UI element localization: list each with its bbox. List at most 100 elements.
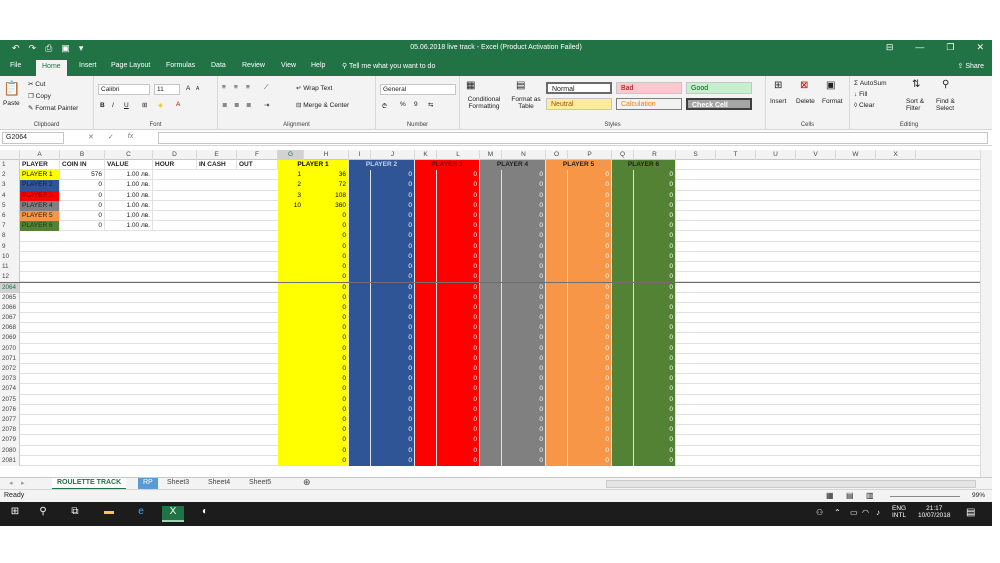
player-name-cell[interactable]: PLAYER 6 [20, 221, 60, 232]
column-header-v[interactable]: V [796, 150, 836, 160]
track-count-cell[interactable] [278, 445, 304, 456]
track-count-cell[interactable] [612, 333, 634, 344]
track-count-cell[interactable] [480, 333, 502, 344]
column-header-b[interactable]: B [60, 150, 105, 160]
track-count-cell[interactable] [415, 211, 437, 222]
delete-cells-button[interactable]: Delete [796, 98, 815, 105]
track-amount-cell[interactable]: 0 [502, 323, 546, 334]
track-count-cell[interactable]: 3 [278, 190, 304, 201]
value-cell[interactable]: 1.00 лв. [105, 180, 153, 191]
track-amount-cell[interactable]: 0 [502, 190, 546, 201]
track-amount-cell[interactable]: 0 [634, 425, 676, 436]
track-amount-cell[interactable]: 0 [371, 190, 415, 201]
tell-me-box[interactable]: ⚲ Tell me what you want to do [342, 62, 435, 70]
track-count-cell[interactable] [415, 262, 437, 273]
track-count-cell[interactable] [349, 313, 371, 324]
track-count-cell[interactable] [480, 394, 502, 405]
track-count-cell[interactable] [612, 262, 634, 273]
track-count-cell[interactable]: 1 [278, 170, 304, 181]
track-count-cell[interactable] [546, 404, 568, 415]
track-amount-cell[interactable]: 0 [502, 343, 546, 354]
name-box[interactable]: G2064 [2, 132, 64, 144]
row-header[interactable]: 2079 [0, 435, 20, 446]
track-amount-cell[interactable]: 0 [437, 272, 480, 283]
track-count-cell[interactable] [612, 251, 634, 262]
track-amount-cell[interactable]: 0 [371, 241, 415, 252]
track-count-cell[interactable] [349, 425, 371, 436]
track-amount-cell[interactable]: 0 [304, 353, 349, 364]
track-amount-cell[interactable]: 0 [304, 404, 349, 415]
track-count-cell[interactable] [612, 353, 634, 364]
track-amount-cell[interactable]: 0 [502, 180, 546, 191]
track-amount-cell[interactable]: 0 [371, 425, 415, 436]
player-name-cell[interactable]: PLAYER 3 [20, 190, 60, 201]
column-header-x[interactable]: X [876, 150, 916, 160]
track-amount-cell[interactable]: 0 [634, 180, 676, 191]
track-count-cell[interactable] [612, 231, 634, 242]
track-amount-cell[interactable]: 0 [502, 231, 546, 242]
track-amount-cell[interactable]: 0 [437, 231, 480, 242]
track-amount-cell[interactable]: 0 [371, 435, 415, 446]
track-amount-cell[interactable]: 0 [502, 292, 546, 303]
track-count-cell[interactable] [612, 211, 634, 222]
track-amount-cell[interactable]: 0 [502, 404, 546, 415]
track-amount-cell[interactable]: 0 [371, 170, 415, 181]
track-amount-cell[interactable]: 0 [502, 170, 546, 181]
track-amount-cell[interactable]: 0 [502, 455, 546, 466]
track-amount-cell[interactable]: 0 [568, 404, 612, 415]
track-amount-cell[interactable]: 0 [437, 435, 480, 446]
track-count-cell[interactable] [546, 272, 568, 283]
font-size-combo[interactable]: 11 [154, 84, 180, 95]
track-amount-cell[interactable]: 0 [568, 292, 612, 303]
column-header-m[interactable]: M [480, 150, 502, 160]
track-count-cell[interactable] [480, 404, 502, 415]
track-amount-cell[interactable]: 0 [371, 394, 415, 405]
track-count-cell[interactable] [546, 292, 568, 303]
track-count-cell[interactable] [612, 272, 634, 283]
style-normal[interactable]: Normal [546, 82, 612, 94]
track-count-cell[interactable] [415, 404, 437, 415]
track-amount-cell[interactable]: 0 [371, 404, 415, 415]
track-amount-cell[interactable]: 0 [304, 292, 349, 303]
track-amount-cell[interactable]: 0 [304, 231, 349, 242]
windows-start-icon[interactable]: ⊞ [4, 506, 26, 522]
track-amount-cell[interactable]: 0 [304, 374, 349, 385]
track-amount-cell[interactable]: 0 [437, 190, 480, 201]
track-amount-cell[interactable]: 0 [568, 353, 612, 364]
track-amount-cell[interactable]: 0 [502, 302, 546, 313]
row-header[interactable]: 11 [0, 262, 20, 273]
vertical-scrollbar[interactable] [980, 150, 992, 477]
track-count-cell[interactable] [480, 435, 502, 446]
track-amount-cell[interactable]: 0 [371, 221, 415, 232]
track-amount-cell[interactable]: 0 [371, 353, 415, 364]
new-sheet-icon[interactable]: ⊕ [298, 476, 316, 488]
track-count-cell[interactable] [546, 221, 568, 232]
insert-cells-button[interactable]: Insert [770, 98, 786, 105]
track-count-cell[interactable] [278, 394, 304, 405]
track-count-cell[interactable] [349, 353, 371, 364]
track-count-cell[interactable] [278, 211, 304, 222]
search-icon[interactable]: ⚲ [32, 506, 54, 522]
track-amount-cell[interactable]: 0 [437, 333, 480, 344]
track-amount-cell[interactable]: 0 [304, 394, 349, 405]
share-button[interactable]: ⇪ Share [958, 62, 985, 70]
column-header-a[interactable]: A [20, 150, 60, 160]
track-count-cell[interactable] [480, 364, 502, 375]
wifi-icon[interactable]: ◠ [862, 508, 869, 517]
format-cells-button[interactable]: Format [822, 98, 843, 105]
track-count-cell[interactable] [415, 272, 437, 283]
restore-button[interactable]: ❐ [946, 42, 954, 53]
merge-center-button[interactable]: ⊟ Merge & Center [296, 101, 349, 109]
track-count-cell[interactable] [546, 180, 568, 191]
track-amount-cell[interactable]: 0 [568, 364, 612, 375]
format-painter-button[interactable]: ✎ Format Painter [28, 104, 78, 112]
row-header[interactable]: 2068 [0, 323, 20, 334]
coin-in-cell[interactable]: 576 [60, 170, 105, 181]
worksheet-grid[interactable]: ABCDEFGHIJKLMNOPQRSTUVWX 1 PLAYER COIN IN V… [0, 150, 992, 477]
track-count-cell[interactable] [546, 251, 568, 262]
track-amount-cell[interactable]: 0 [568, 251, 612, 262]
track-count-cell[interactable] [612, 384, 634, 395]
track-amount-cell[interactable]: 0 [371, 272, 415, 283]
row-header[interactable]: 2074 [0, 384, 20, 395]
row-header[interactable]: 2067 [0, 313, 20, 324]
